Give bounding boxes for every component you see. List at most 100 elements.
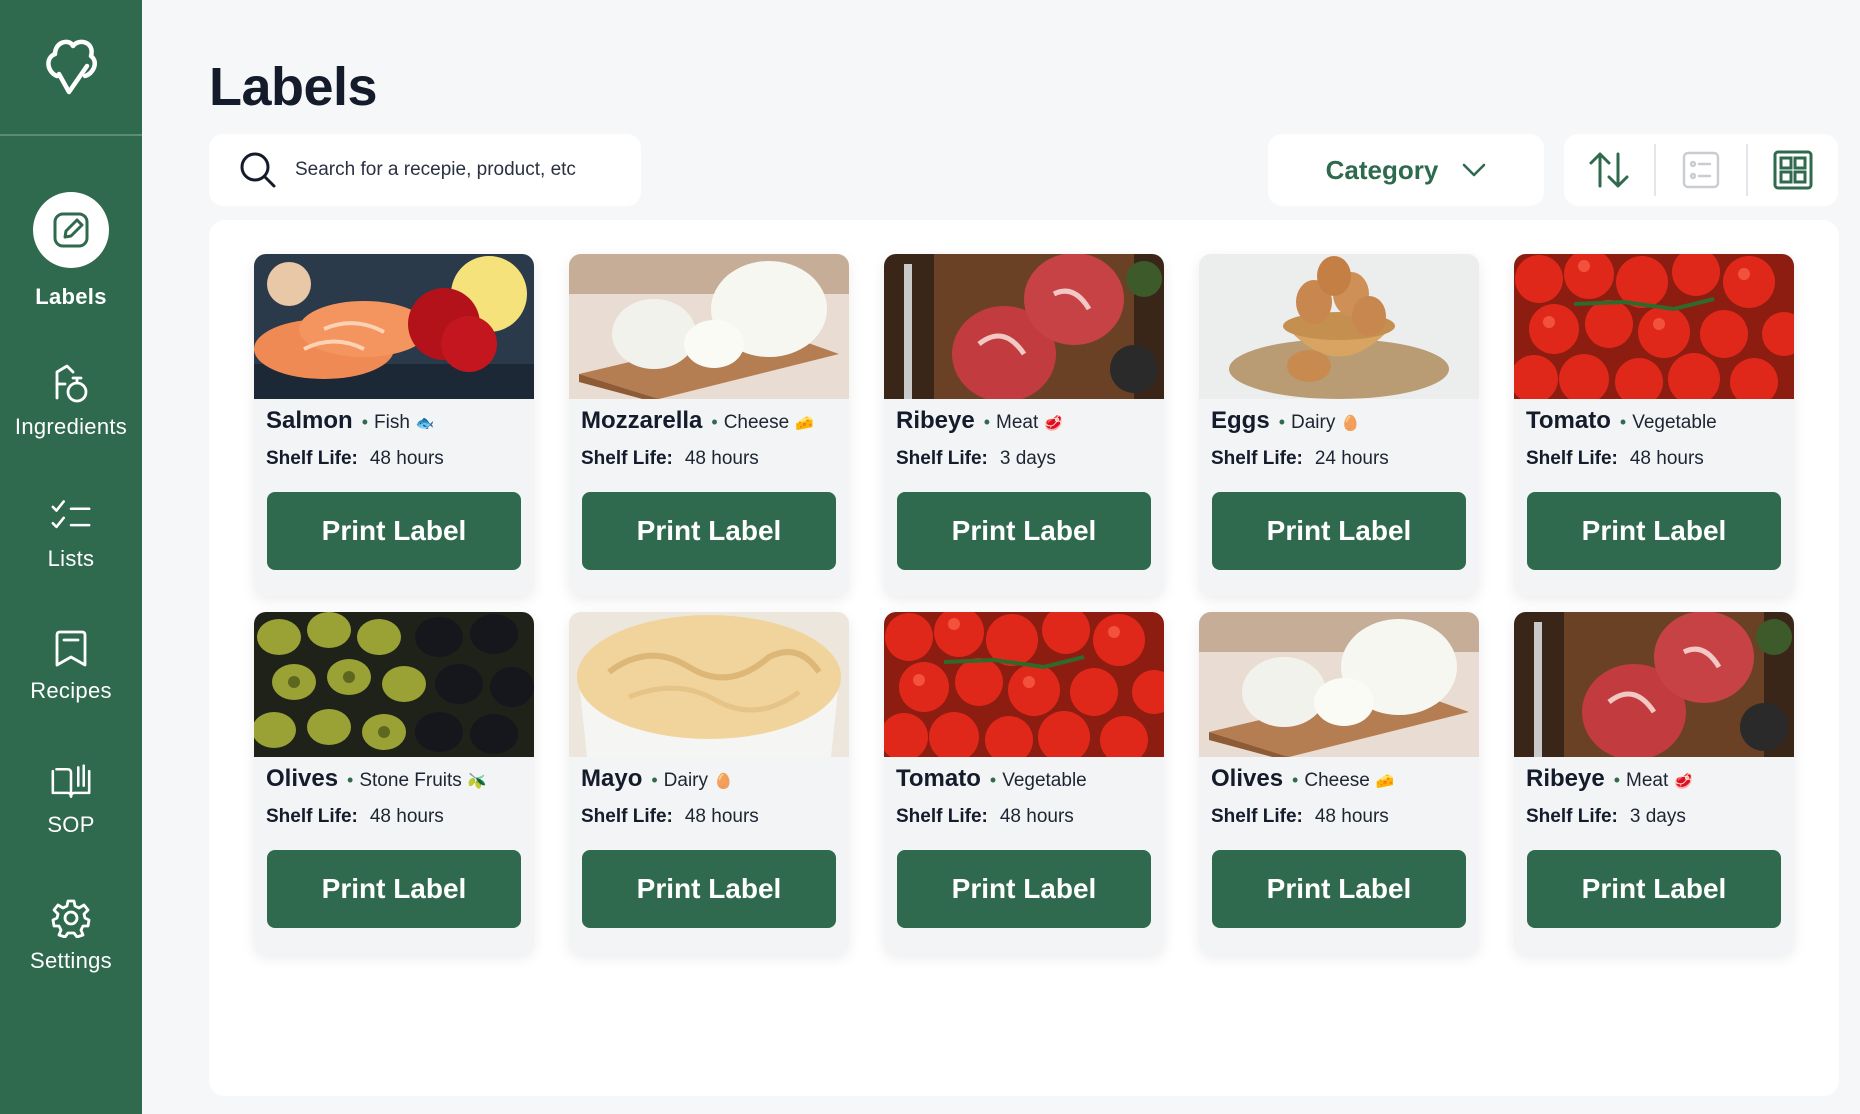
- list-view-icon: [1682, 151, 1720, 189]
- grid-view-button[interactable]: [1748, 134, 1838, 206]
- print-label-button[interactable]: Print Label: [1212, 850, 1466, 928]
- sidebar-item-label: SOP: [47, 812, 95, 837]
- shelf-life-value: 48 hours: [999, 806, 1074, 827]
- product-card: Tomato • Vegetable Shelf Life: 48 hours P…: [1514, 254, 1794, 596]
- shelf-life-value: 48 hours: [1629, 448, 1704, 469]
- shelf-life: Shelf Life: 3 days: [896, 448, 1056, 470]
- book-icon: [51, 764, 91, 798]
- bullet-separator: •: [1278, 412, 1285, 432]
- edit-icon: [53, 212, 89, 248]
- product-category: Meat: [1626, 770, 1669, 791]
- shelf-life-label: Shelf Life:: [266, 448, 358, 469]
- print-label-button[interactable]: Print Label: [267, 850, 521, 928]
- product-image: [254, 612, 534, 757]
- product-category: Vegetable: [1632, 412, 1717, 433]
- sort-button[interactable]: [1564, 134, 1654, 206]
- category-icon: 🐟: [415, 415, 435, 432]
- bullet-separator: •: [1619, 412, 1627, 432]
- shelf-life: Shelf Life: 48 hours: [581, 448, 759, 470]
- sidebar-item-sop[interactable]: SOP: [0, 762, 142, 838]
- bullet-separator: •: [711, 412, 718, 432]
- product-card: Tomato • Vegetable Shelf Life: 48 hours P…: [884, 612, 1164, 954]
- sidebar-item-ingredients[interactable]: Ingredients: [0, 364, 142, 440]
- category-icon: 🧀: [795, 415, 814, 432]
- shelf-life-value: 48 hours: [369, 806, 444, 827]
- shelf-life: Shelf Life: 48 hours: [1526, 448, 1704, 470]
- shelf-life-label: Shelf Life:: [896, 806, 988, 827]
- checklist-icon: [51, 500, 91, 529]
- print-label-button[interactable]: Print Label: [1527, 850, 1781, 928]
- print-label-button[interactable]: Print Label: [582, 492, 836, 570]
- shelf-life-value: 48 hours: [1314, 806, 1389, 827]
- product-image: [1199, 612, 1479, 757]
- list-view-button[interactable]: [1656, 134, 1746, 206]
- sidebar-item-labels[interactable]: Labels: [0, 192, 142, 310]
- print-label-button[interactable]: Print Label: [267, 492, 521, 570]
- shelf-life-label: Shelf Life:: [581, 448, 673, 469]
- bullet-separator: •: [1292, 770, 1299, 790]
- product-category: Meat: [996, 412, 1039, 433]
- shelf-life-value: 3 days: [999, 448, 1056, 469]
- search-input[interactable]: [295, 159, 615, 181]
- product-category: Dairy: [1291, 412, 1336, 433]
- product-category: Fish: [374, 412, 410, 433]
- bullet-separator: •: [347, 770, 354, 790]
- shelf-life-value: 48 hours: [684, 806, 759, 827]
- shelf-life: Shelf Life: 48 hours: [1211, 806, 1389, 828]
- active-indicator: [33, 192, 109, 268]
- app-logo[interactable]: [0, 0, 142, 136]
- product-title: Eggs • Dairy 🥚: [1211, 407, 1473, 435]
- shelf-life-label: Shelf Life:: [1526, 806, 1618, 827]
- product-name: Tomato: [896, 765, 981, 792]
- product-category: Cheese: [1304, 770, 1370, 791]
- product-image: [884, 254, 1164, 399]
- product-category: Cheese: [723, 412, 790, 433]
- product-image: [569, 612, 849, 757]
- product-card: Mayo • Dairy 🥚 Shelf Life: 48 hours Print…: [569, 612, 849, 954]
- print-label-button[interactable]: Print Label: [1212, 492, 1466, 570]
- chevron-down-icon: [1463, 163, 1486, 177]
- print-label-button[interactable]: Print Label: [897, 850, 1151, 928]
- product-title: Olives • Cheese 🧀: [1211, 765, 1473, 793]
- page-title: Labels: [209, 57, 378, 117]
- shelf-life-value: 48 hours: [684, 448, 759, 469]
- print-label-button[interactable]: Print Label: [582, 850, 836, 928]
- category-icon: 🫒: [467, 773, 487, 790]
- product-name: Mayo: [581, 765, 643, 792]
- print-label-button[interactable]: Print Label: [897, 492, 1151, 570]
- product-card: Salmon • Fish 🐟 Shelf Life: 48 hours Prin…: [254, 254, 534, 596]
- category-icon: 🥩: [1044, 415, 1063, 432]
- sidebar-item-lists[interactable]: Lists: [0, 496, 142, 572]
- product-card: Olives • Cheese 🧀 Shelf Life: 48 hours Pr…: [1199, 612, 1479, 954]
- category-icon: 🧀: [1375, 773, 1395, 790]
- shelf-life-label: Shelf Life:: [266, 806, 358, 827]
- shelf-life-label: Shelf Life:: [1526, 448, 1618, 469]
- product-name: Olives: [1211, 765, 1284, 792]
- product-image: [884, 612, 1164, 757]
- shelf-life: Shelf Life: 3 days: [1526, 806, 1686, 828]
- product-name: Mozzarella: [581, 407, 703, 434]
- sidebar-item-recipes[interactable]: Recipes: [0, 628, 142, 704]
- search-bar[interactable]: [209, 134, 641, 206]
- product-card: Ribeye • Meat 🥩 Shelf Life: 3 days Print …: [1514, 612, 1794, 954]
- bullet-separator: •: [1613, 770, 1621, 790]
- product-card: Ribeye • Meat 🥩 Shelf Life: 3 days Print …: [884, 254, 1164, 596]
- sidebar-item-label: Lists: [47, 546, 95, 571]
- category-dropdown[interactable]: Category: [1268, 134, 1544, 206]
- shelf-life: Shelf Life: 48 hours: [266, 806, 444, 828]
- product-title: Mozzarella • Cheese 🧀: [581, 407, 843, 435]
- bookmark-icon: [55, 630, 87, 667]
- bullet-separator: •: [983, 412, 991, 432]
- print-label-button[interactable]: Print Label: [1527, 492, 1781, 570]
- shelf-life-value: 24 hours: [1314, 448, 1389, 469]
- product-image: [1514, 612, 1794, 757]
- product-card: Olives • Stone Fruits 🫒 Shelf Life: 48 ho…: [254, 612, 534, 954]
- product-name: Olives: [266, 765, 339, 792]
- product-name: Ribeye: [896, 407, 975, 434]
- labels-grid-panel: Salmon • Fish 🐟 Shelf Life: 48 hours Prin…: [209, 220, 1839, 1096]
- sidebar-item-settings[interactable]: Settings: [0, 898, 142, 974]
- product-image: [1514, 254, 1794, 399]
- product-name: Ribeye: [1526, 765, 1605, 792]
- product-image: [569, 254, 849, 399]
- shelf-life-label: Shelf Life:: [1211, 448, 1303, 469]
